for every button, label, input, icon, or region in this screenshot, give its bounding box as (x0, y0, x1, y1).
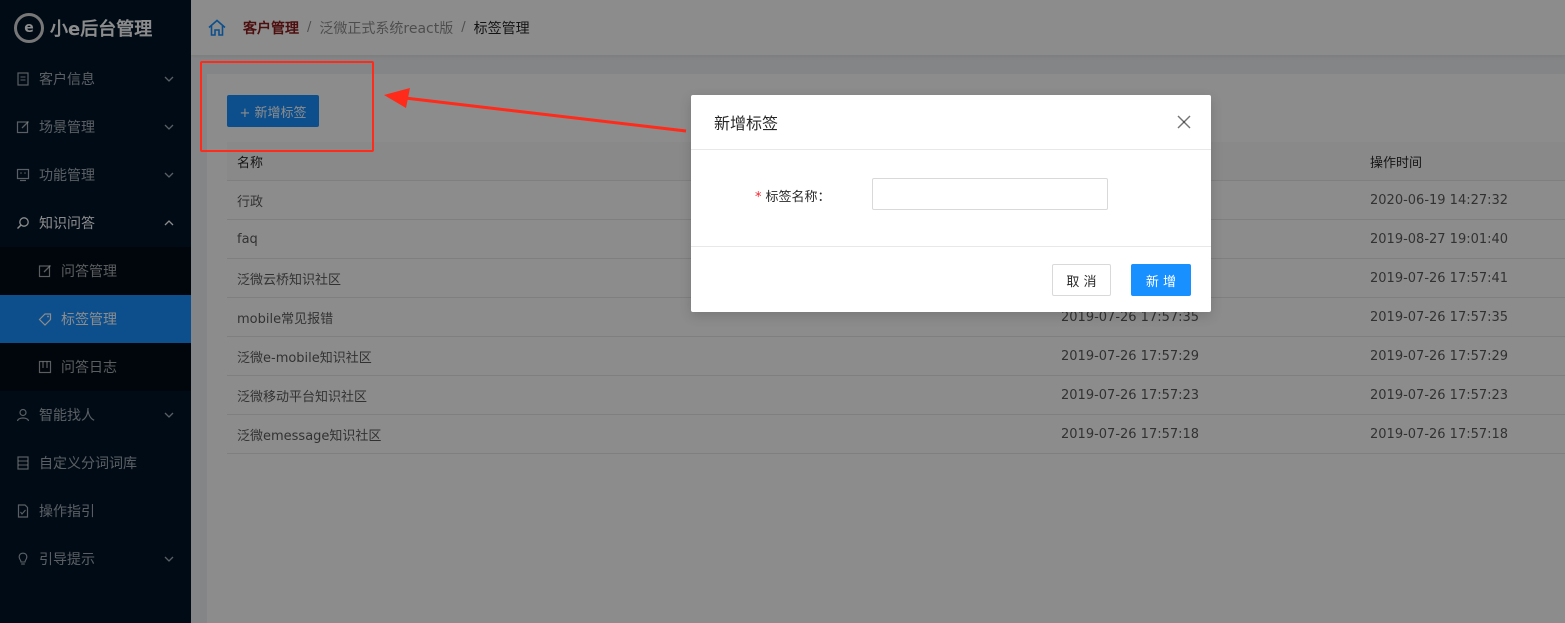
cancel-button[interactable]: 取 消 (1052, 264, 1111, 296)
tag-name-label: * 标签名称： (755, 186, 831, 205)
required-mark: * (755, 190, 762, 205)
close-icon[interactable] (1177, 114, 1191, 129)
annotation-highlight-box (200, 61, 374, 152)
modal-title: 新增标签 (714, 114, 779, 133)
confirm-add-button[interactable]: 新 增 (1131, 264, 1191, 296)
add-tag-modal: 新增标签 * 标签名称： 取 消 新 增 (691, 95, 1211, 312)
modal-footer: 取 消 新 增 (691, 247, 1211, 311)
tag-name-label-text: 标签名称： (765, 190, 831, 205)
tag-name-input[interactable] (872, 178, 1108, 210)
modal-body: * 标签名称： (691, 150, 1211, 247)
modal-header: 新增标签 (691, 95, 1211, 150)
